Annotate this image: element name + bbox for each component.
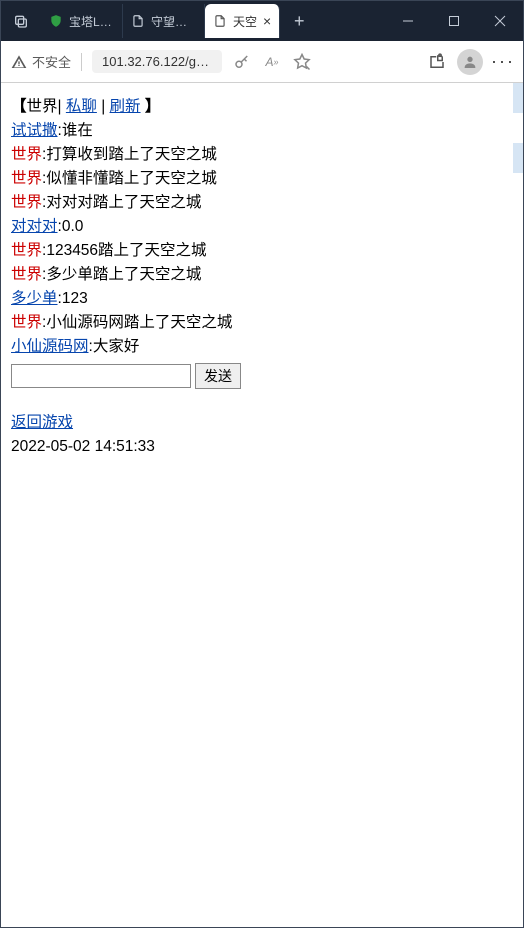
input-row: 发送 bbox=[11, 363, 503, 389]
chat-line: 小仙源码网:大家好 bbox=[11, 335, 503, 359]
insecure-label: 不安全 bbox=[32, 52, 71, 71]
tabs: 宝塔Linu 守望之城 天空 × + bbox=[41, 1, 385, 41]
chat-header: 【世界| 私聊 | 刷新 】 bbox=[11, 95, 503, 119]
minimize-button[interactable] bbox=[385, 1, 431, 41]
profile-avatar[interactable] bbox=[457, 49, 483, 75]
chat-text: 对对对踏上了天空之城 bbox=[46, 194, 201, 211]
timestamp: 2022-05-02 14:51:33 bbox=[11, 435, 503, 459]
user-link[interactable]: 试试撒 bbox=[11, 122, 58, 139]
chat-text: 0.0 bbox=[62, 218, 84, 235]
chat-line: 世界:对对对踏上了天空之城 bbox=[11, 191, 503, 215]
chat-text: 多少单踏上了天空之城 bbox=[46, 266, 201, 283]
chat-text: 打算收到踏上了天空之城 bbox=[46, 146, 217, 163]
chat-text: 似懂非懂踏上了天空之城 bbox=[46, 170, 217, 187]
world-label: 世界 bbox=[27, 98, 58, 115]
close-tab-icon[interactable]: × bbox=[263, 13, 271, 29]
shield-icon bbox=[49, 14, 63, 28]
chat-line: 世界:123456踏上了天空之城 bbox=[11, 239, 503, 263]
divider bbox=[81, 53, 82, 71]
chat-line: 世界:似懂非懂踏上了天空之城 bbox=[11, 167, 503, 191]
chat-line: 试试撒:谁在 bbox=[11, 119, 503, 143]
sidebar-sliver bbox=[513, 83, 523, 927]
titlebar: 宝塔Linu 守望之城 天空 × + bbox=[1, 1, 523, 41]
chat-line: 世界:多少单踏上了天空之城 bbox=[11, 263, 503, 287]
user-icon bbox=[462, 54, 478, 70]
url-display[interactable]: 101.32.76.122/ga... bbox=[92, 50, 222, 73]
chat-line: 世界:小仙源码网踏上了天空之城 bbox=[11, 311, 503, 335]
tab-baota[interactable]: 宝塔Linu bbox=[41, 4, 123, 38]
maximize-button[interactable] bbox=[431, 1, 477, 41]
chat-text: 小仙源码网踏上了天空之城 bbox=[46, 314, 232, 331]
close-window-button[interactable] bbox=[477, 1, 523, 41]
tab-shouwang[interactable]: 守望之城 bbox=[123, 4, 205, 38]
world-prefix: 世界 bbox=[11, 170, 42, 187]
world-prefix: 世界 bbox=[11, 266, 42, 283]
tab-tiankong[interactable]: 天空 × bbox=[205, 4, 280, 38]
tab-label: 天空 bbox=[233, 13, 257, 30]
address-bar: 不安全 101.32.76.122/ga... A» ··· bbox=[1, 41, 523, 83]
world-prefix: 世界 bbox=[11, 146, 42, 163]
tab-label: 宝塔Linu bbox=[69, 13, 114, 30]
more-menu-button[interactable]: ··· bbox=[493, 52, 513, 72]
user-link[interactable]: 对对对 bbox=[11, 218, 58, 235]
chat-input[interactable] bbox=[11, 364, 191, 388]
world-prefix: 世界 bbox=[11, 242, 42, 259]
key-icon[interactable] bbox=[232, 52, 252, 72]
user-link[interactable]: 多少单 bbox=[11, 290, 58, 307]
world-prefix: 世界 bbox=[11, 314, 42, 331]
chat-line: 对对对:0.0 bbox=[11, 215, 503, 239]
send-button[interactable]: 发送 bbox=[195, 363, 241, 389]
page-icon bbox=[213, 14, 227, 28]
chat-line: 世界:打算收到踏上了天空之城 bbox=[11, 143, 503, 167]
insecure-badge[interactable]: 不安全 bbox=[11, 52, 71, 71]
warning-icon bbox=[11, 54, 27, 70]
tab-overview-button[interactable] bbox=[1, 1, 41, 41]
window-controls bbox=[385, 1, 523, 41]
extensions-icon[interactable] bbox=[427, 52, 447, 72]
chat-text: 123456踏上了天空之城 bbox=[46, 242, 206, 259]
refresh-link[interactable]: 刷新 bbox=[110, 98, 141, 115]
new-tab-button[interactable]: + bbox=[284, 6, 314, 36]
page-content: 【世界| 私聊 | 刷新 】 试试撒:谁在 世界:打算收到踏上了天空之城 世界:… bbox=[1, 83, 513, 927]
tab-label: 守望之城 bbox=[151, 13, 196, 30]
page-icon bbox=[131, 14, 145, 28]
private-chat-link[interactable]: 私聊 bbox=[66, 98, 97, 115]
chat-line: 多少单:123 bbox=[11, 287, 503, 311]
back-to-game-link[interactable]: 返回游戏 bbox=[11, 414, 73, 431]
chat-text: 123 bbox=[62, 290, 88, 307]
favorites-icon[interactable] bbox=[292, 52, 312, 72]
chat-text: 谁在 bbox=[62, 122, 93, 139]
chat-text: 大家好 bbox=[93, 338, 140, 355]
user-link[interactable]: 小仙源码网 bbox=[11, 338, 89, 355]
world-prefix: 世界 bbox=[11, 194, 42, 211]
read-aloud-icon[interactable]: A» bbox=[262, 52, 282, 72]
